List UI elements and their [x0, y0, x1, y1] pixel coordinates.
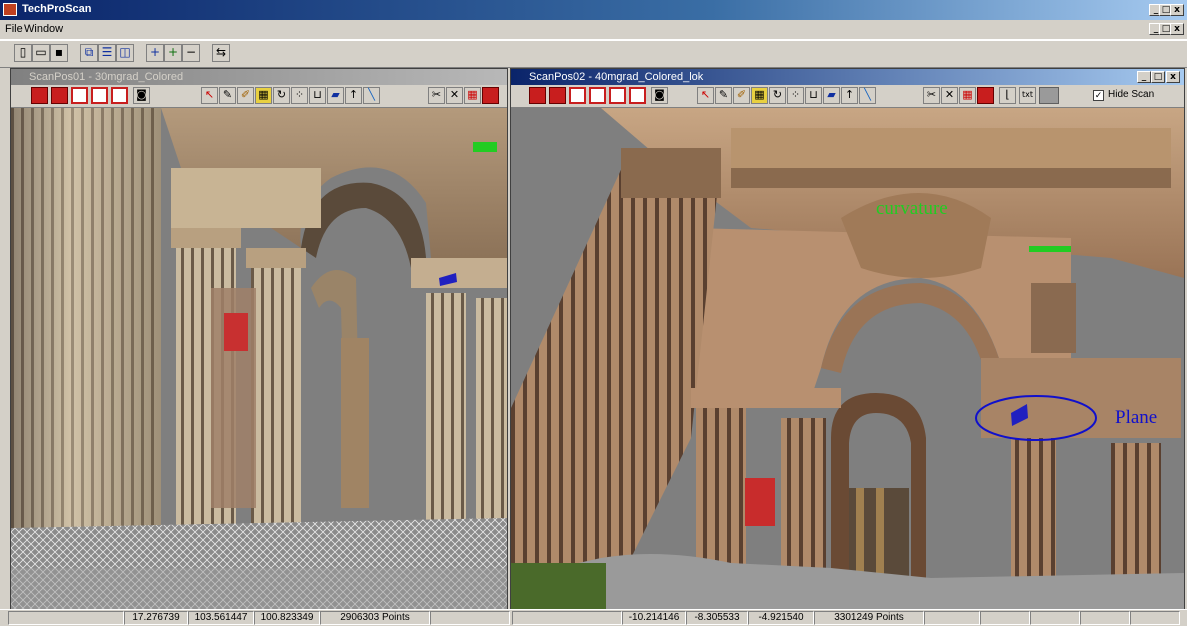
color-cube-icon[interactable]: [482, 87, 499, 104]
status-bar: 17.276739 103.561447 100.823349 2906303 …: [0, 609, 1187, 626]
remove-icon[interactable]: −: [182, 44, 200, 62]
grid-red-icon[interactable]: ▦: [464, 87, 481, 104]
scissors-icon[interactable]: ✂: [428, 87, 445, 104]
color-swatch[interactable]: [1039, 87, 1059, 104]
mdi-close-button[interactable]: x: [1170, 23, 1184, 35]
register-scans-icon[interactable]: ⇆: [212, 44, 230, 62]
menu-bar: File Window _ □ x: [0, 20, 1187, 40]
txt-button[interactable]: txt: [1019, 87, 1036, 104]
save-icon[interactable]: ▪: [50, 44, 68, 62]
delete-x-icon[interactable]: ✕: [941, 87, 958, 104]
measure-icon[interactable]: ⊔: [805, 87, 822, 104]
scan-window-right[interactable]: ScanPos02 - 40mgrad_Colored_lok _ □ x ◙ …: [510, 68, 1185, 610]
child-close-button[interactable]: x: [1166, 71, 1180, 83]
status-left-z: 100.823349: [254, 611, 320, 625]
view-front-icon[interactable]: [529, 87, 546, 104]
scan-window-left-title: ScanPos01 - 30mgrad_Colored: [11, 69, 507, 85]
up-arrow-icon[interactable]: ↑: [841, 87, 858, 104]
status-right-y: -8.305533: [686, 611, 748, 625]
up-arrow-icon[interactable]: ↑: [345, 87, 362, 104]
color-cube-icon[interactable]: [977, 87, 994, 104]
rotate-icon[interactable]: ↻: [273, 87, 290, 104]
status-cell-empty: [1080, 611, 1130, 625]
brush-icon[interactable]: ✎: [715, 87, 732, 104]
tile-horizontal-icon[interactable]: ☰: [98, 44, 116, 62]
point-cloud-right-render: [511, 108, 1184, 609]
menu-window[interactable]: Window: [24, 23, 63, 35]
new-file-icon[interactable]: ▯: [14, 44, 32, 62]
scan-window-right-toolbar: ◙ ↖ ✎ ✐ ▦ ↻ ⁘ ⊔ ▰ ↑ ╲ ✂ ✕ ▦ ⌊ txt ✓ Hide…: [511, 85, 1184, 108]
curvature-annotation: curvature: [876, 198, 948, 219]
scan-window-left-toolbar: ◙ ↖ ✎ ✐ ▦ ↻ ⁘ ⊔ ▰ ↑ ╲ ✂ ✕ ▦: [11, 85, 507, 108]
pencil-icon[interactable]: ✐: [237, 87, 254, 104]
point-cloud-left-render: [11, 108, 507, 609]
status-cell-empty: [1030, 611, 1080, 625]
scan-window-right-title: ScanPos02 - 40mgrad_Colored_lok: [511, 69, 1184, 85]
view-front-icon[interactable]: [31, 87, 48, 104]
pencil-icon[interactable]: ✐: [733, 87, 750, 104]
status-right-z: -4.921540: [748, 611, 814, 625]
close-button[interactable]: x: [1170, 4, 1184, 16]
view-top-icon[interactable]: [609, 87, 626, 104]
status-cell-empty: [8, 611, 124, 625]
open-folder-icon[interactable]: ▭: [32, 44, 50, 62]
brush-icon[interactable]: ✎: [219, 87, 236, 104]
measure-icon[interactable]: ⊔: [309, 87, 326, 104]
status-left-x: 17.276739: [124, 611, 188, 625]
status-left-y: 103.561447: [188, 611, 254, 625]
tile-vertical-icon[interactable]: ◫: [116, 44, 134, 62]
menu-file[interactable]: File: [5, 23, 23, 35]
view-right-icon[interactable]: [91, 87, 108, 104]
select-arrow-icon[interactable]: ↖: [697, 87, 714, 104]
status-right-x: -10.214146: [622, 611, 686, 625]
app-title: TechProScan: [22, 3, 92, 15]
status-left-points: 2906303 Points: [320, 611, 430, 625]
line-tool-icon[interactable]: ╲: [363, 87, 380, 104]
points-icon[interactable]: ⁘: [787, 87, 804, 104]
view-back-icon[interactable]: [549, 87, 566, 104]
line-tool-icon[interactable]: ╲: [859, 87, 876, 104]
grid-icon[interactable]: ▦: [751, 87, 768, 104]
status-right-points: 3301249 Points: [814, 611, 924, 625]
child-restore-button[interactable]: □: [1151, 71, 1165, 83]
view-right-icon[interactable]: [589, 87, 606, 104]
status-cell-empty: [1130, 611, 1180, 625]
status-cell-empty: [980, 611, 1030, 625]
delete-x-icon[interactable]: ✕: [446, 87, 463, 104]
camera-icon[interactable]: ◙: [651, 87, 668, 104]
scan-window-left[interactable]: ScanPos01 - 30mgrad_Colored ◙ ↖ ✎ ✐ ▦ ↻ …: [10, 68, 508, 610]
status-cell-empty: [512, 611, 622, 625]
fit-plane-icon[interactable]: ▰: [823, 87, 840, 104]
hide-scan-checkbox[interactable]: ✓: [1093, 90, 1104, 101]
select-arrow-icon[interactable]: ↖: [201, 87, 218, 104]
child-minimize-button[interactable]: _: [1137, 71, 1151, 83]
scissors-icon[interactable]: ✂: [923, 87, 940, 104]
view-left-icon[interactable]: [569, 87, 586, 104]
point-cloud-view-right[interactable]: curvature Plane: [511, 108, 1184, 609]
point-cloud-view-left[interactable]: [11, 108, 507, 609]
points-icon[interactable]: ⁘: [291, 87, 308, 104]
status-cell-empty: [430, 611, 510, 625]
add-icon[interactable]: +: [164, 44, 182, 62]
zoom-in-icon[interactable]: +: [146, 44, 164, 62]
view-top-icon[interactable]: [111, 87, 128, 104]
status-cell-empty: [924, 611, 980, 625]
view-bottom-icon[interactable]: [629, 87, 646, 104]
hide-scan-label: Hide Scan: [1108, 89, 1155, 100]
camera-icon[interactable]: ◙: [133, 87, 150, 104]
app-title-bar: TechProScan _ □ x: [0, 0, 1187, 20]
grid-red-icon[interactable]: ▦: [959, 87, 976, 104]
plane-annotation: Plane: [1115, 407, 1158, 428]
cascade-windows-icon[interactable]: ⧉: [80, 44, 98, 62]
bracket-icon[interactable]: ⌊: [999, 87, 1016, 104]
main-toolbar: ▯ ▭ ▪ ⧉ ☰ ◫ + + − ⇆: [0, 40, 1187, 68]
view-back-icon[interactable]: [51, 87, 68, 104]
rotate-icon[interactable]: ↻: [769, 87, 786, 104]
grid-icon[interactable]: ▦: [255, 87, 272, 104]
app-icon: [3, 3, 17, 16]
view-left-icon[interactable]: [71, 87, 88, 104]
fit-plane-icon[interactable]: ▰: [327, 87, 344, 104]
